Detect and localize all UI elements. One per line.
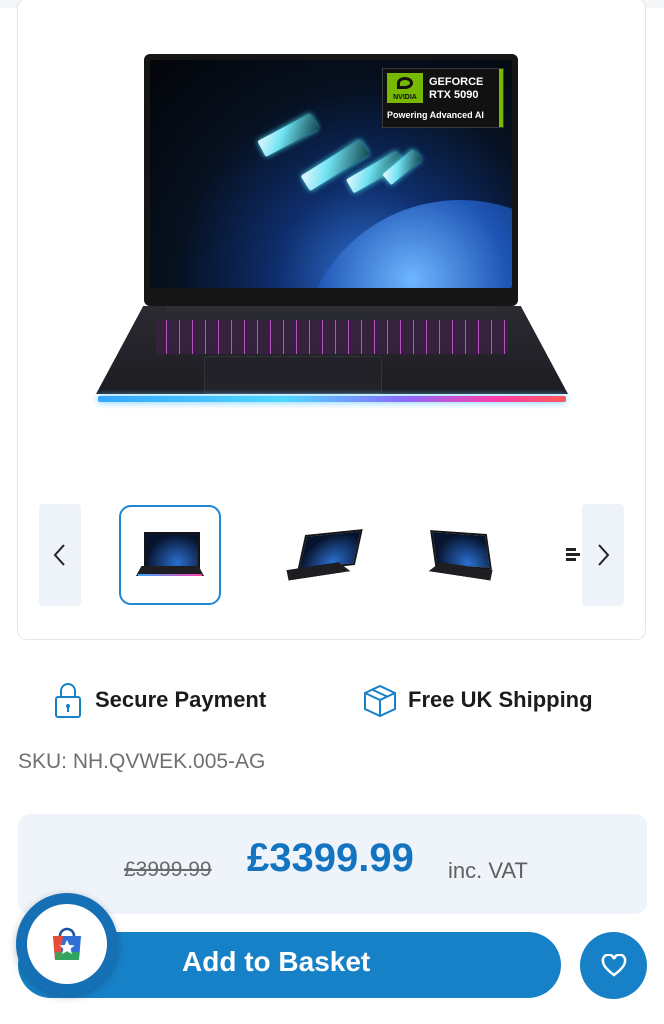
gallery-thumbnail-4[interactable] <box>566 546 582 562</box>
heart-icon <box>601 953 626 977</box>
shopping-rewards-widget[interactable] <box>16 893 118 995</box>
gallery-prev-button[interactable] <box>39 504 81 606</box>
padlock-icon <box>55 683 81 718</box>
wishlist-button[interactable] <box>580 932 647 999</box>
gallery-thumbnail-2[interactable] <box>265 505 367 605</box>
price-panel: £3999.99 £3399.99 inc. VAT <box>18 814 647 914</box>
gallery-thumbnail-1[interactable] <box>119 505 221 605</box>
box-icon <box>364 684 396 718</box>
rgb-keyboard <box>156 320 508 354</box>
touchpad <box>204 356 382 394</box>
nvidia-logo-icon: NVIDIA <box>387 73 423 103</box>
original-price: £3999.99 <box>124 858 212 881</box>
sale-price: £3399.99 <box>247 836 414 880</box>
laptop-screen: NVIDIA GEFORCE RTX 5090 Powering Advance… <box>144 54 518 306</box>
gallery-next-button[interactable] <box>582 504 624 606</box>
main-product-image[interactable]: NVIDIA GEFORCE RTX 5090 Powering Advance… <box>96 50 568 414</box>
shopping-bag-star-icon <box>53 927 81 960</box>
feature-free-shipping: Free UK Shipping <box>362 680 593 720</box>
product-sku: SKU: NH.QVWEK.005-AG <box>18 750 266 773</box>
geforce-rtx-badge: NVIDIA GEFORCE RTX 5090 Powering Advance… <box>382 68 504 128</box>
chevron-right-icon <box>598 544 610 566</box>
feature-secure-payment: Secure Payment <box>53 680 266 720</box>
led-light-bar <box>98 396 566 402</box>
gallery-thumbnail-3[interactable] <box>412 505 514 605</box>
chevron-left-icon <box>53 544 65 566</box>
vat-label: inc. VAT <box>448 858 528 883</box>
